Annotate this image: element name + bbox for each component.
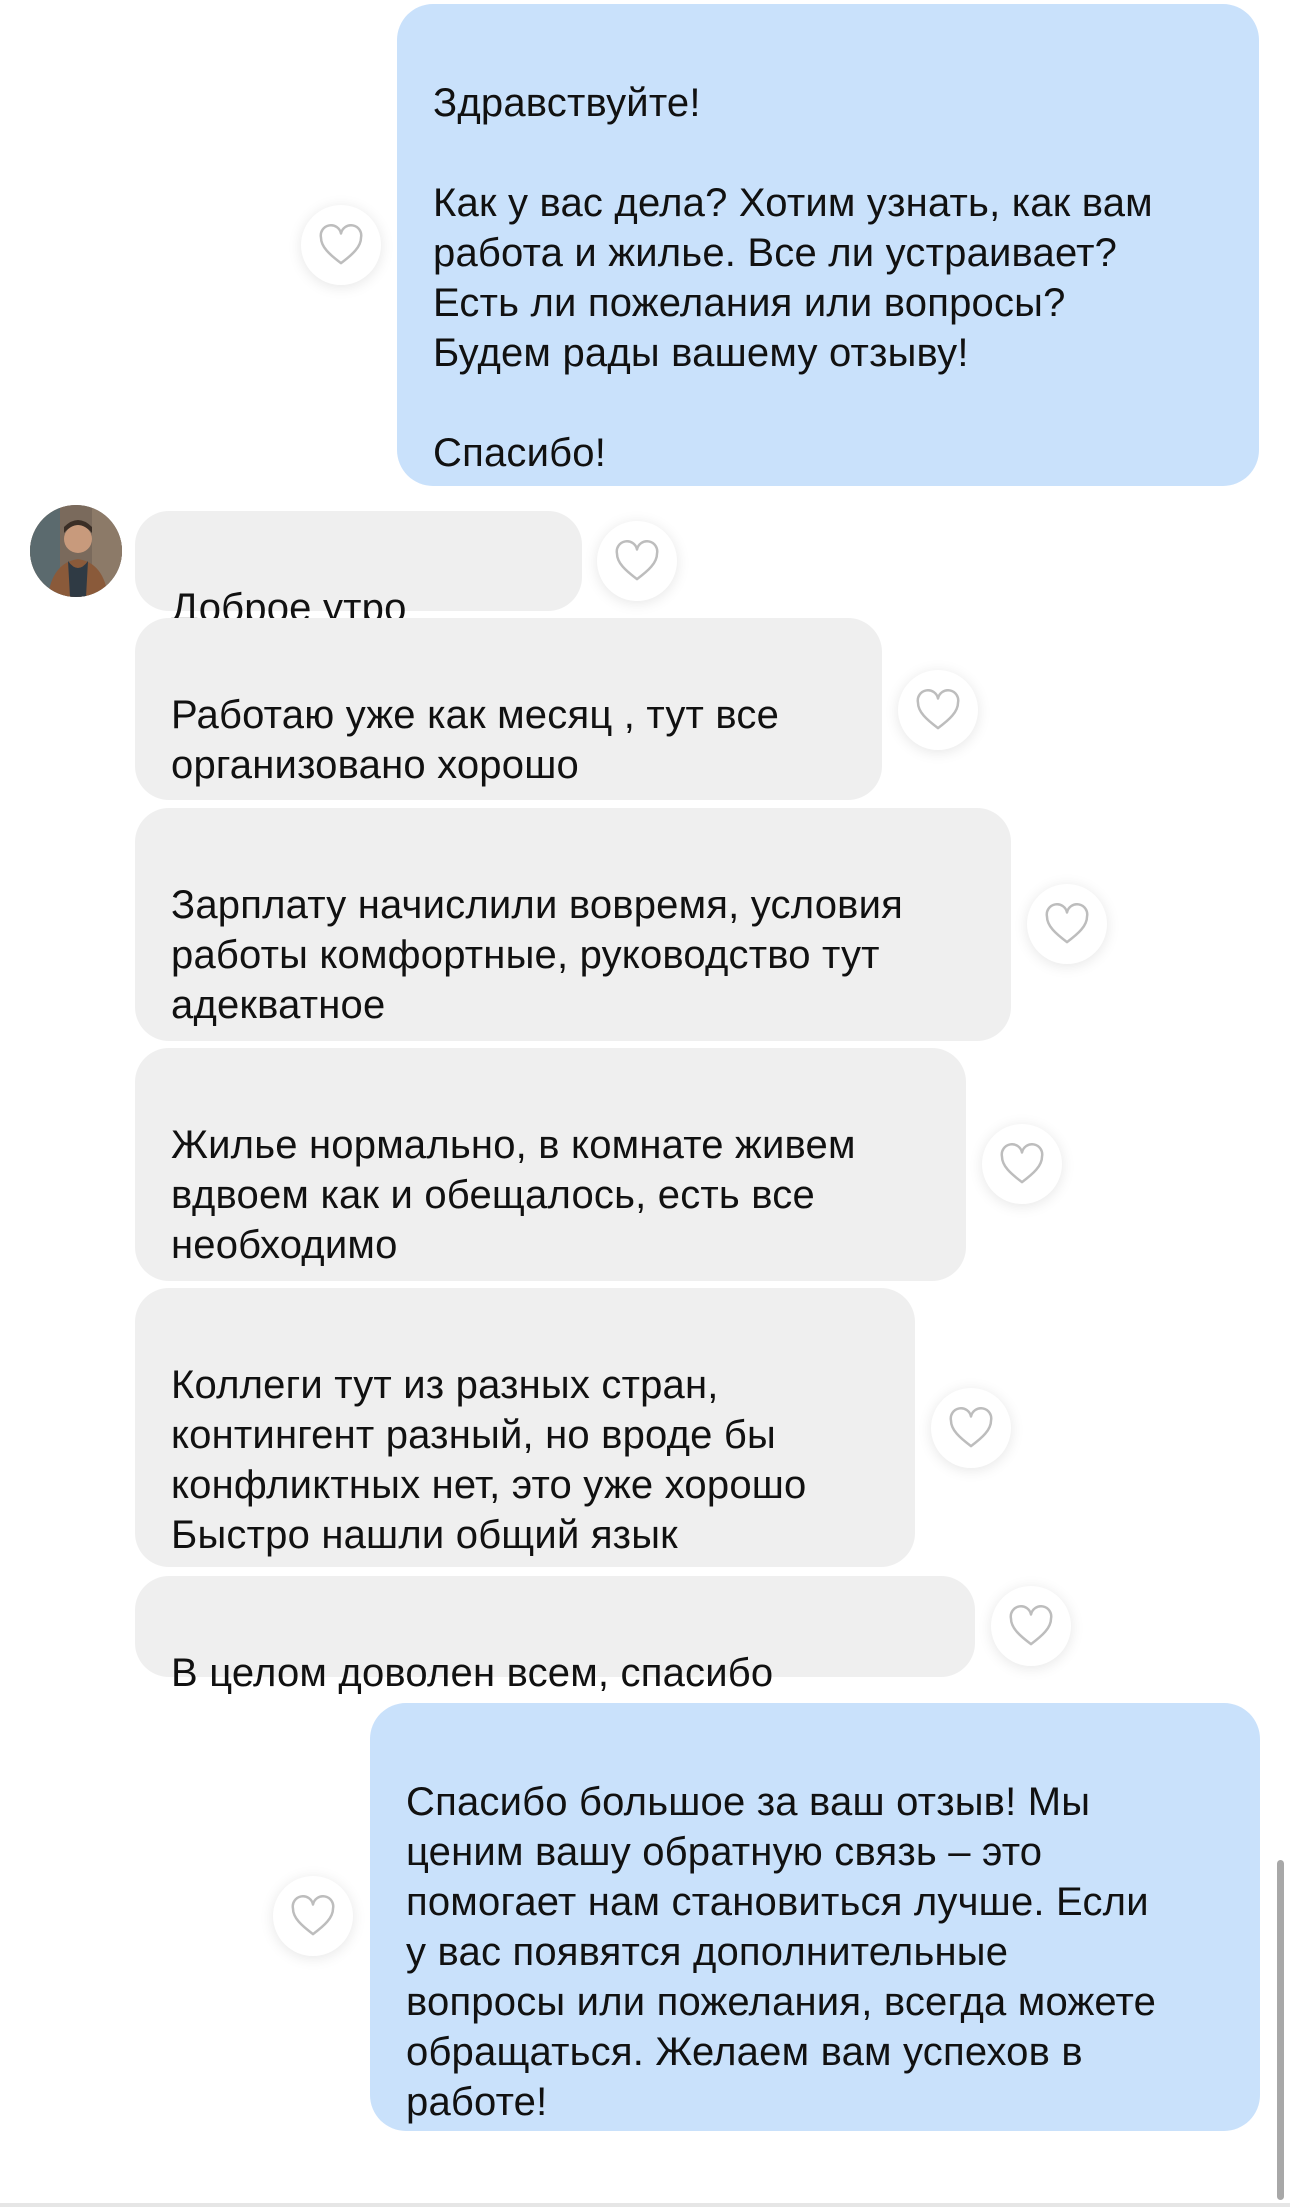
heart-outline-icon [1000, 1143, 1044, 1184]
scrollbar[interactable] [1277, 1860, 1284, 2200]
message-bubble-incoming[interactable]: Коллеги тут из разных стран, контингент … [135, 1288, 915, 1567]
heart-outline-icon [1009, 1605, 1053, 1646]
message-bubble-outgoing[interactable]: Спасибо большое за ваш отзыв! Мы ценим в… [370, 1703, 1260, 2131]
heart-outline-icon [319, 224, 363, 265]
divider [0, 2203, 1290, 2207]
message-bubble-incoming[interactable]: Зарплату начислили вовремя, условия рабо… [135, 808, 1011, 1041]
message-text: Жилье нормально, в комнате живем вдвоем … [171, 1123, 856, 1267]
message-bubble-incoming[interactable]: Работаю уже как месяц , тут все организо… [135, 618, 882, 800]
message-bubble-incoming[interactable]: В целом доволен всем, спасибо [135, 1576, 975, 1695]
message-text: Спасибо большое за ваш отзыв! Мы ценим в… [406, 1780, 1157, 2124]
like-button[interactable] [931, 1388, 1011, 1468]
like-button[interactable] [597, 521, 677, 601]
like-button[interactable] [1027, 884, 1107, 964]
heart-outline-icon [949, 1407, 993, 1448]
like-button[interactable] [991, 1586, 1071, 1666]
like-button[interactable] [982, 1124, 1062, 1204]
message-text: Здравствуйте! Как у вас дела? Хотим узна… [433, 81, 1153, 475]
like-button[interactable] [301, 205, 381, 285]
heart-outline-icon [916, 689, 960, 730]
message-text: Зарплату начислили вовремя, условия рабо… [171, 883, 904, 1027]
like-button[interactable] [898, 670, 978, 750]
like-button[interactable] [273, 1876, 353, 1956]
user-avatar[interactable] [30, 505, 122, 597]
chat-thread: Здравствуйте! Как у вас дела? Хотим узна… [0, 0, 1290, 2207]
heart-outline-icon [615, 540, 659, 581]
message-bubble-outgoing[interactable]: Здравствуйте! Как у вас дела? Хотим узна… [397, 4, 1259, 486]
heart-outline-icon [1045, 903, 1089, 944]
avatar-image [30, 505, 122, 597]
message-text: Коллеги тут из разных стран, контингент … [171, 1363, 807, 1557]
message-bubble-incoming[interactable]: Доброе утро [135, 511, 582, 630]
message-text: В целом доволен всем, спасибо [171, 1651, 774, 1695]
message-text: Работаю уже как месяц , тут все организо… [171, 693, 780, 787]
message-bubble-incoming[interactable]: Жилье нормально, в комнате живем вдвоем … [135, 1048, 966, 1281]
heart-outline-icon [291, 1895, 335, 1936]
